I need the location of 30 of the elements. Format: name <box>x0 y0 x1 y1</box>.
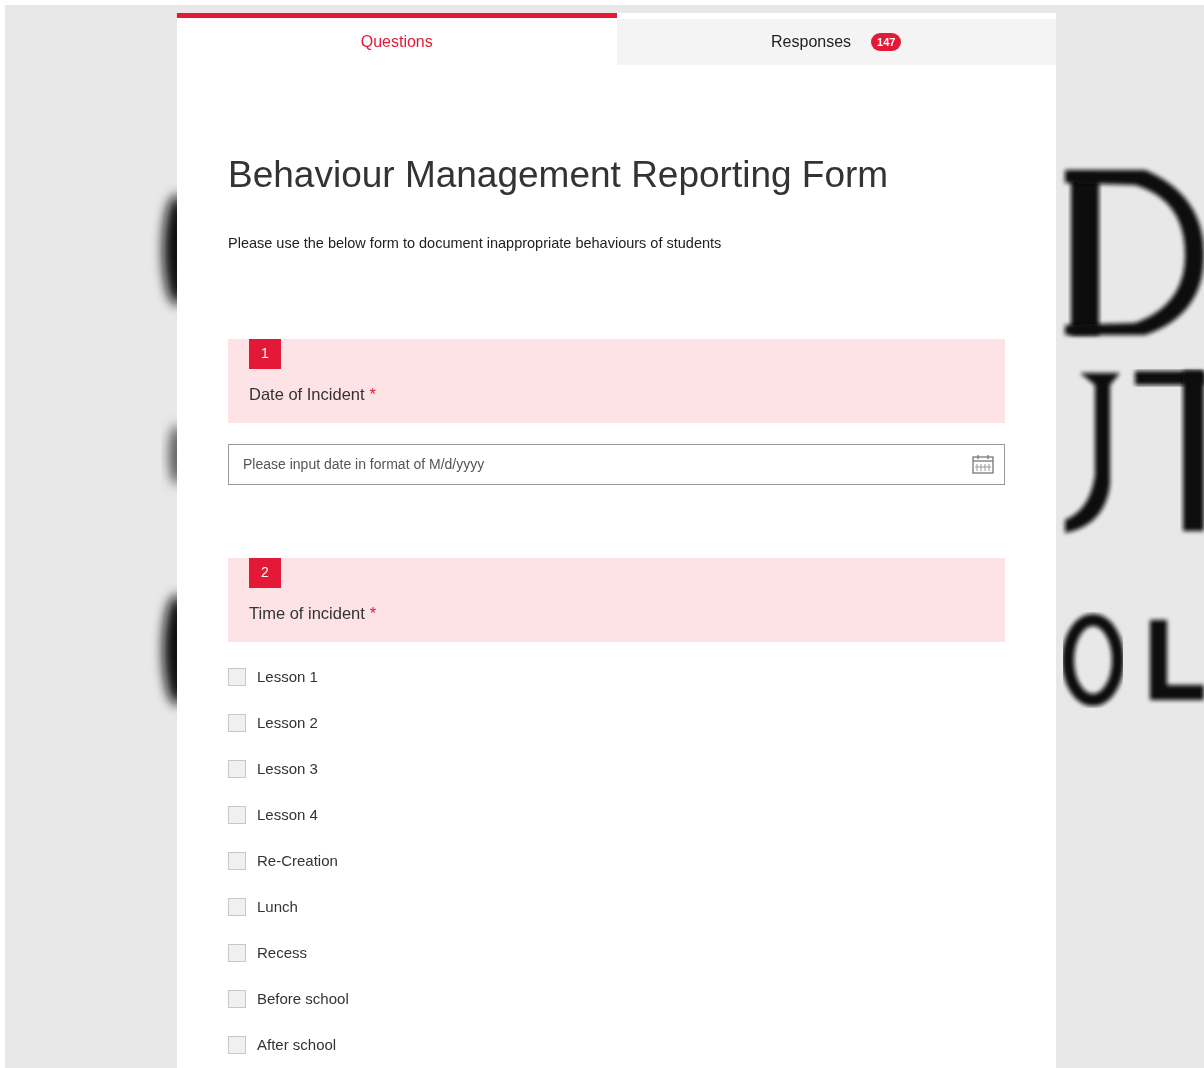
option-label: Lesson 2 <box>257 712 318 733</box>
checkbox[interactable] <box>228 897 246 916</box>
required-mark: * <box>369 383 376 405</box>
option-label: Lesson 1 <box>257 666 318 687</box>
checkbox[interactable] <box>228 713 246 732</box>
checkbox[interactable] <box>228 805 246 824</box>
checkbox[interactable] <box>228 1035 246 1054</box>
count-badge: 147 <box>871 33 902 51</box>
form-title: Behaviour Management Reporting Form <box>228 153 890 197</box>
option-label: Recess <box>257 942 308 963</box>
option-label: Lunch <box>257 896 298 917</box>
checkbox[interactable] <box>228 943 246 962</box>
question-number: 1 <box>249 338 281 369</box>
option-label: Lesson 4 <box>257 804 318 825</box>
calendar-icon[interactable] <box>972 453 994 474</box>
option-label: After school <box>257 1034 337 1055</box>
form-description: Please use the below form to document inappropriate behaviours of students <box>228 234 723 253</box>
option-label: Before school <box>257 988 349 1009</box>
question-label: Date of Incident <box>249 383 365 405</box>
required-mark: * <box>369 602 377 624</box>
tab[interactable]: Responses 147 <box>616 19 1056 65</box>
question-number: 2 <box>249 557 281 588</box>
checkbox[interactable] <box>228 989 246 1008</box>
checkbox[interactable] <box>228 851 246 870</box>
checkbox[interactable] <box>228 759 246 778</box>
question-label: Time of incident <box>249 602 365 624</box>
option-label: Re-Creation <box>257 850 338 871</box>
option-label: Lesson 3 <box>257 758 318 779</box>
date-field[interactable]: Please input date in format of M/d/yyyy <box>228 443 1005 485</box>
checkbox[interactable] <box>228 667 246 686</box>
